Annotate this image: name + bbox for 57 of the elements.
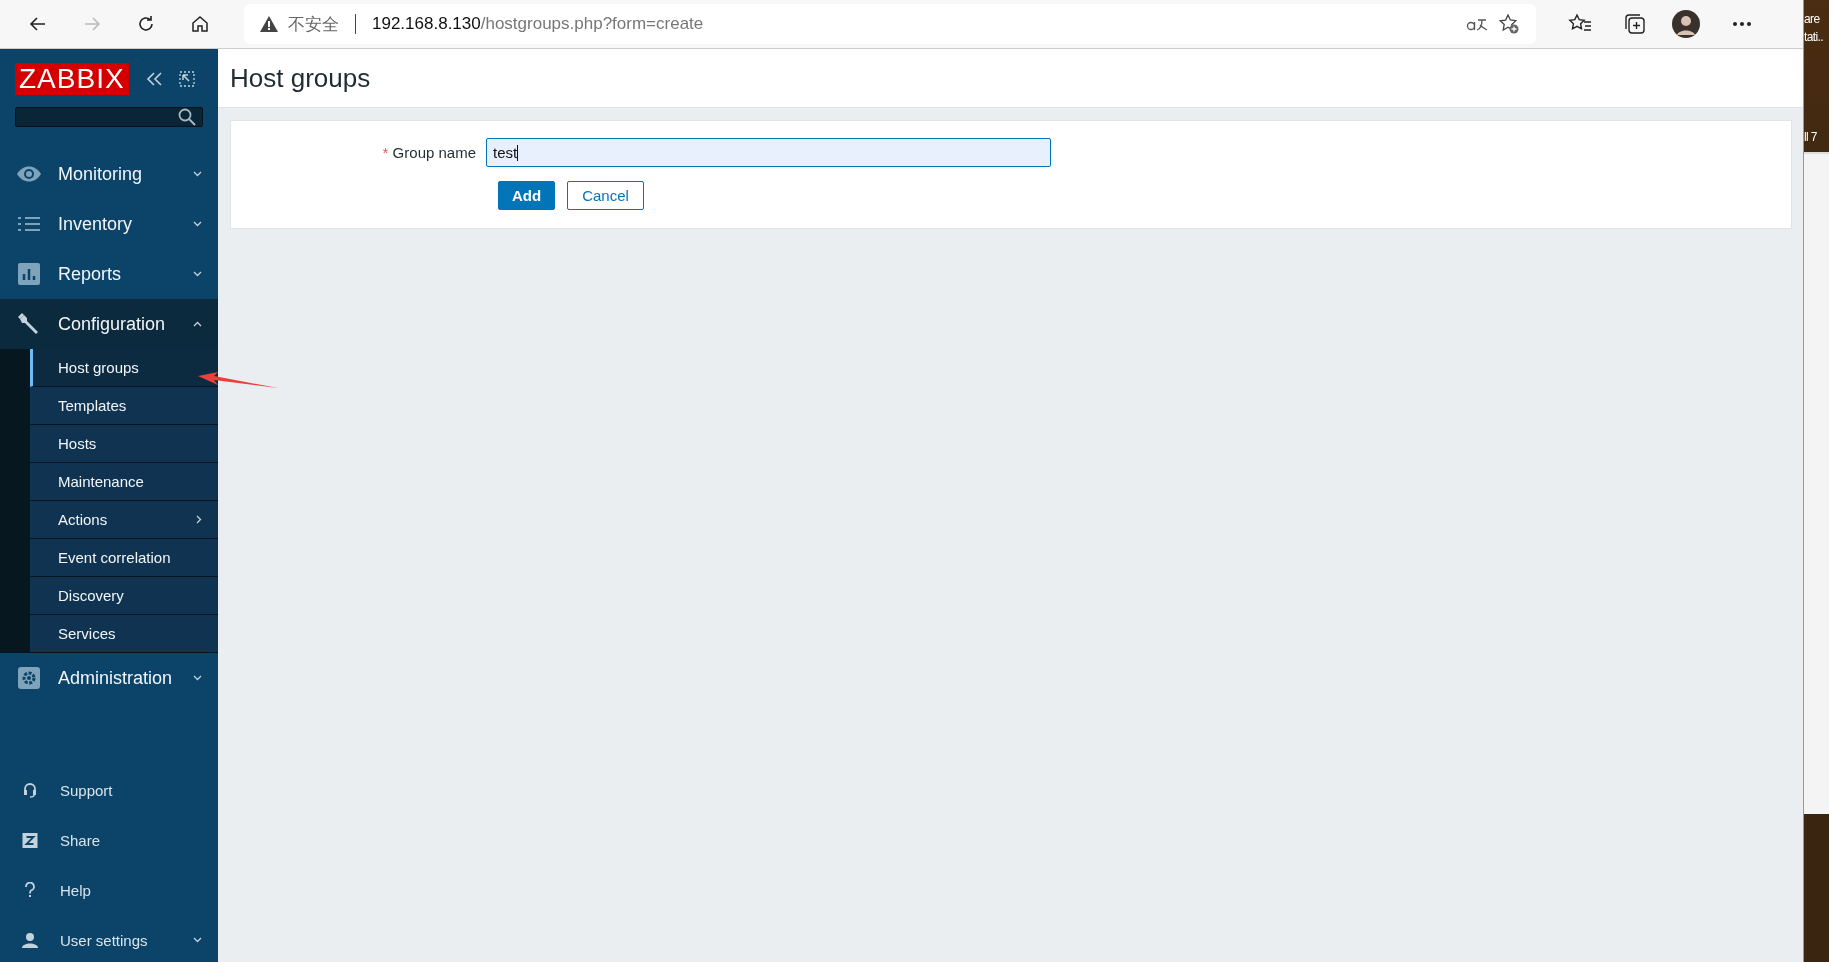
bar-chart-icon: [16, 262, 42, 286]
submenu-item[interactable]: Hosts: [30, 425, 218, 463]
collapse-icon[interactable]: [144, 71, 163, 87]
chevron-up-icon: [193, 321, 202, 327]
cancel-button[interactable]: Cancel: [567, 181, 644, 210]
chevron-down-icon: [193, 221, 202, 227]
submenu-item[interactable]: Templates: [30, 387, 218, 425]
headset-icon: [22, 782, 38, 798]
desktop-icon-label: are: [1804, 12, 1820, 26]
question-icon: [22, 882, 38, 898]
add-favorite-icon[interactable]: [1498, 13, 1520, 35]
warning-icon: [260, 16, 278, 32]
group-name-field[interactable]: test: [486, 138, 1051, 167]
menu-item[interactable]: Reports: [0, 249, 218, 299]
reload-icon: [136, 14, 156, 34]
security-warning: 不安全: [288, 12, 339, 36]
chevron-right-icon: [196, 515, 202, 524]
menu-item[interactable]: Inventory: [0, 199, 218, 249]
url-text: 192.168.8.130/hostgroups.php?form=create: [372, 14, 704, 34]
chevron-down-icon: [193, 171, 202, 177]
menu-item[interactable]: Monitoring: [0, 149, 218, 199]
submenu-item[interactable]: Maintenance: [30, 463, 218, 501]
page-title: Host groups: [230, 62, 371, 94]
collections-icon[interactable]: [1624, 13, 1646, 35]
gear-icon: [16, 666, 42, 690]
menu-item[interactable]: Configuration: [0, 299, 218, 349]
chevron-down-icon: [193, 271, 202, 277]
more-icon[interactable]: [1732, 21, 1752, 27]
eye-icon: [16, 165, 42, 183]
desktop-icon-label: ll 7: [1804, 130, 1817, 144]
menu-item[interactable]: Help: [0, 865, 218, 915]
field-label: * Group name: [381, 144, 477, 161]
add-button[interactable]: Add: [498, 181, 555, 210]
list-icon: [16, 216, 42, 232]
chevron-down-icon: [193, 675, 202, 681]
kiosk-mode-icon[interactable]: [178, 71, 195, 87]
chevron-down-icon: [193, 937, 202, 943]
search-field[interactable]: [15, 107, 203, 127]
submenu-item[interactable]: Host groups: [30, 349, 218, 387]
home-icon: [190, 14, 210, 34]
menu-item[interactable]: Administration: [0, 653, 218, 703]
submenu-item[interactable]: Discovery: [30, 577, 218, 615]
submenu-item[interactable]: Actions: [30, 501, 218, 539]
submenu-item[interactable]: Event correlation: [30, 539, 218, 577]
required-mark: *: [382, 144, 389, 161]
profile-avatar[interactable]: [1672, 10, 1700, 38]
address-bar[interactable]: 不安全 192.168.8.130/hostgroups.php?form=create: [244, 4, 1536, 44]
share-icon: [22, 832, 38, 848]
read-aloud-icon[interactable]: [1466, 16, 1488, 32]
submenu-item[interactable]: Services: [30, 615, 218, 653]
menu-item[interactable]: Support: [0, 765, 218, 815]
zabbix-logo[interactable]: ZABBIX: [15, 63, 129, 95]
desktop-icon-label: tati..: [1804, 30, 1824, 44]
user-icon: [22, 932, 38, 948]
menu-item[interactable]: Share: [0, 815, 218, 865]
search-icon: [178, 108, 196, 126]
menu-item[interactable]: User settings: [0, 915, 218, 962]
